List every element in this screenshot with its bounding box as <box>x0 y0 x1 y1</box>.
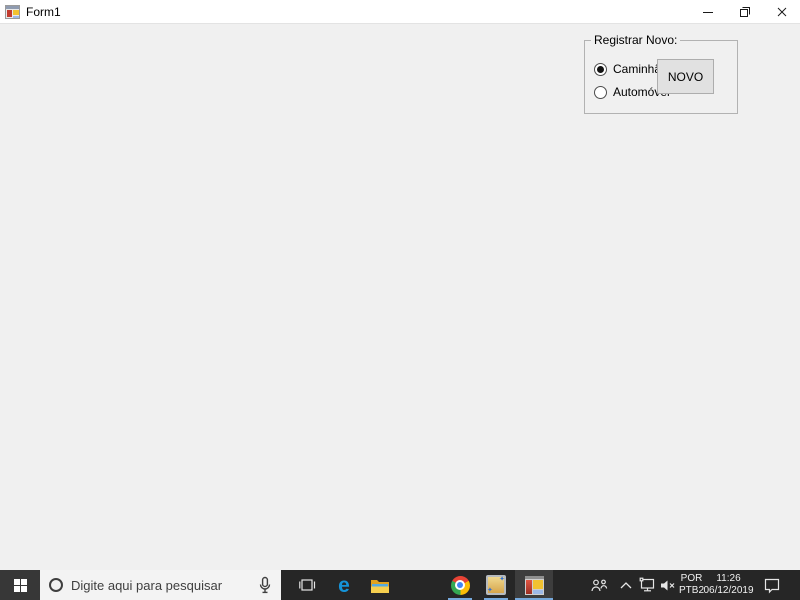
photos-icon: ✦ ✦ <box>486 575 506 595</box>
screen: Form1 Registrar Novo: Caminhão Automóvel… <box>0 0 800 600</box>
action-center-icon <box>764 578 780 593</box>
novo-button[interactable]: NOVO <box>657 59 714 94</box>
winforms-app-button[interactable] <box>515 570 553 600</box>
microphone-icon[interactable] <box>258 576 272 594</box>
clock[interactable]: 11:26 06/12/2019 <box>701 570 756 600</box>
people-button[interactable] <box>586 570 612 600</box>
edge-button[interactable]: e <box>326 570 362 600</box>
cortana-icon <box>49 578 63 592</box>
minimize-button[interactable] <box>689 0 726 23</box>
file-explorer-icon <box>371 579 389 593</box>
people-icon <box>591 579 608 591</box>
window-title: Form1 <box>26 4 61 19</box>
winforms-app-icon <box>524 575 544 595</box>
photos-button[interactable]: ✦ ✦ <box>478 570 514 600</box>
groupbox-title: Registrar Novo: <box>591 33 681 47</box>
radio-icon <box>594 62 607 76</box>
edge-icon: e <box>338 573 350 597</box>
network-icon <box>639 577 655 592</box>
search-input[interactable]: Digite aqui para pesquisar <box>40 570 281 600</box>
search-placeholder: Digite aqui para pesquisar <box>71 577 223 593</box>
radio-icon <box>594 85 607 99</box>
restore-icon <box>739 6 750 17</box>
start-button[interactable] <box>0 570 40 600</box>
minimize-icon <box>702 11 713 13</box>
windows-logo-icon <box>13 578 27 592</box>
volume-muted-icon <box>661 580 675 590</box>
volume-button[interactable] <box>657 570 678 600</box>
close-icon <box>777 7 786 16</box>
chrome-icon <box>450 575 470 595</box>
date: 06/12/2019 <box>703 585 754 596</box>
task-view-icon <box>299 579 316 591</box>
caption-buttons <box>689 0 800 23</box>
window-titlebar: Form1 <box>0 0 800 24</box>
chrome-button[interactable] <box>442 570 478 600</box>
close-button[interactable] <box>763 0 800 23</box>
file-explorer-button[interactable] <box>362 570 398 600</box>
time: 11:26 <box>716 573 741 584</box>
chevron-up-icon <box>620 582 632 589</box>
groupbox-registrar-novo: Registrar Novo: Caminhão Automóvel NOVO <box>584 33 738 114</box>
restore-button[interactable] <box>726 0 763 23</box>
taskbar: Digite aqui para pesquisar e ✦ ✦ POR PTB… <box>0 570 800 600</box>
hidden-icons-button[interactable] <box>616 570 636 600</box>
language-primary: POR <box>680 573 703 584</box>
form-app-icon <box>5 4 20 19</box>
action-center-button[interactable] <box>754 570 790 600</box>
network-button[interactable] <box>637 570 658 600</box>
task-view-button[interactable] <box>290 570 326 600</box>
